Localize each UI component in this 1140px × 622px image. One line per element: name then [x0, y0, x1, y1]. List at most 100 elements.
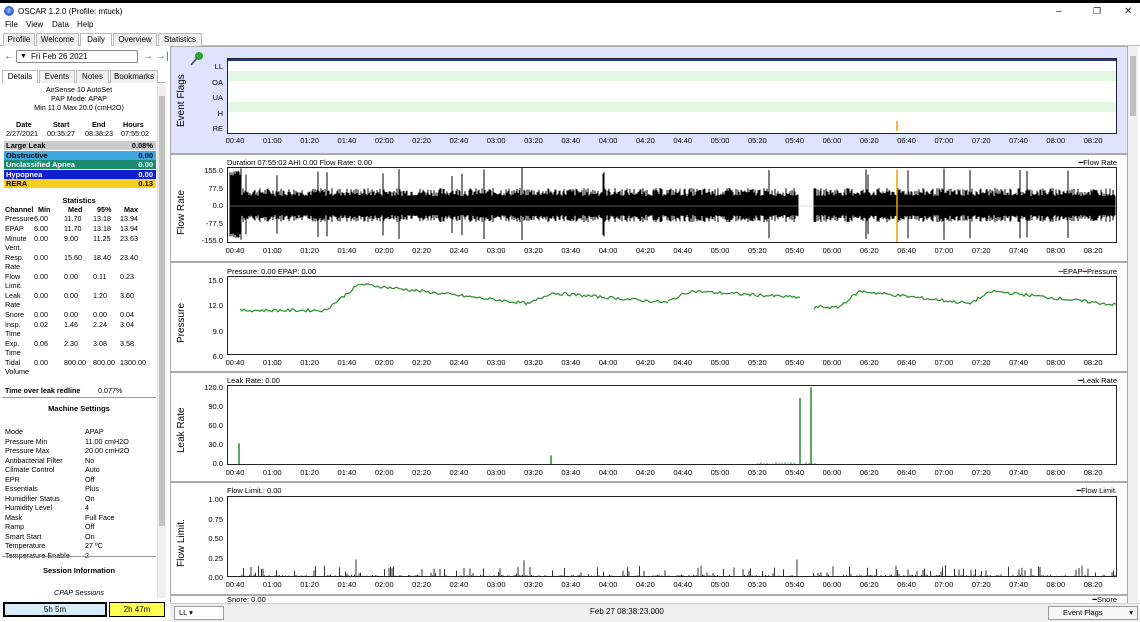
- x-tick-label: 07:40: [1009, 358, 1028, 367]
- stats-channel: Resp.: [5, 253, 24, 262]
- y-tick-label: 0.00: [208, 573, 223, 582]
- details-scrollbar[interactable]: [157, 84, 166, 598]
- x-tick-label: 06:20: [859, 136, 879, 145]
- tab-events[interactable]: Events: [39, 70, 75, 83]
- stats-value: 0.00: [34, 234, 48, 243]
- x-tick-label: 06:40: [897, 358, 916, 367]
- stats-value: 0.11: [93, 272, 107, 281]
- setting-value: 4: [85, 503, 89, 512]
- leak-rate-legend: ━Leak Rate: [1078, 376, 1117, 385]
- setting-row: Pressure Max 20.00 cmH2O: [2, 446, 156, 455]
- x-tick-label: 02:00: [374, 580, 394, 589]
- stats-value: 0.00: [64, 272, 78, 281]
- x-tick-label: 05:00: [710, 580, 730, 589]
- x-tick-label: 04:40: [673, 246, 693, 255]
- tab-bookmarks[interactable]: Bookmarks: [110, 70, 158, 83]
- date-picker[interactable]: ▼ Fri Feb 26 2021: [16, 50, 138, 63]
- stats-value: 0.00: [64, 310, 78, 319]
- x-tick-label: 07:00: [934, 358, 954, 367]
- machine-name: AirSense 10 AutoSet: [45, 85, 113, 94]
- x-tick-label: 06:40: [897, 246, 916, 255]
- setting-label: Climate Control: [5, 465, 55, 474]
- stats-value: 13.18: [93, 214, 111, 223]
- x-tick-label: 00:40: [225, 246, 245, 255]
- x-tick-label: 04:00: [598, 468, 618, 477]
- prev-day-arrow-icon[interactable]: ←: [4, 51, 14, 62]
- x-tick-label: 08:00: [1046, 358, 1066, 367]
- calendar-dropdown-icon[interactable]: ▼: [20, 51, 27, 62]
- window-title: OSCAR 1.2.0 (Profile: mtuck): [18, 7, 123, 16]
- x-tick-label: 06:20: [859, 246, 879, 255]
- leak-rate-graph: Leak Rate Leak Rate: 0.00 ━Leak Rate 120…: [170, 372, 1128, 482]
- x-tick-label: 02:40: [449, 468, 469, 477]
- menu-file[interactable]: File: [5, 20, 18, 29]
- flow-limit-caption: Flow Limit.: 0.00: [227, 486, 282, 495]
- tab-overview[interactable]: Overview: [113, 33, 157, 46]
- x-tick-label: 07:00: [934, 468, 954, 477]
- setting-value: 2: [85, 550, 89, 560]
- event-name: Obstructive: [6, 150, 48, 160]
- x-tick-label: 07:20: [971, 358, 991, 367]
- setting-label: Mask: [5, 512, 23, 522]
- y-tick-label: 0.25: [208, 553, 223, 563]
- menu-help[interactable]: Help: [77, 20, 93, 29]
- x-tick-label: 03:20: [524, 358, 543, 367]
- tab-statistics[interactable]: Statistics: [158, 33, 202, 46]
- stats-row: Leak Rate 0.00 0.00 1.20 3.60: [2, 291, 156, 309]
- setting-row: Pressure Min 11.00 cmH2O: [2, 437, 156, 446]
- setting-value: APAP: [85, 427, 104, 436]
- stats-value: 0.00: [34, 253, 48, 262]
- setting-label: Essentials: [5, 484, 38, 493]
- tab-details[interactable]: Details: [2, 70, 38, 83]
- x-tick-label: 04:20: [636, 136, 655, 145]
- x-tick-label: 05:20: [747, 246, 767, 255]
- x-tick-label: 02:40: [449, 136, 469, 145]
- close-icon[interactable]: ✕: [1124, 6, 1132, 17]
- graph-select-dropdown[interactable]: LL ▾: [174, 606, 224, 620]
- y-tick-label: 120.0: [204, 383, 223, 392]
- x-tick-label: 05:40: [785, 468, 805, 477]
- x-tick-label: 04:00: [598, 358, 618, 367]
- y-tick-label: 90.0: [208, 402, 223, 411]
- x-tick-label: 06:40: [897, 580, 916, 589]
- x-tick-label: 08:00: [1046, 468, 1066, 477]
- graph-scrollbar[interactable]: [1128, 46, 1138, 602]
- x-tick-label: 01:40: [337, 246, 357, 255]
- setting-row: Humidity Level 4: [2, 503, 156, 512]
- menu-data[interactable]: Data: [52, 20, 69, 29]
- pressure-title: Pressure: [176, 302, 187, 343]
- x-tick-label: 04:00: [598, 246, 618, 255]
- x-tick-label: 00:40: [225, 580, 245, 589]
- x-tick-label: 02:00: [374, 136, 394, 145]
- menu-view[interactable]: View: [26, 20, 43, 29]
- x-tick-label: 07:00: [934, 136, 954, 145]
- stats-row: Exp. Time 0.06 2.30 3.08 3.58: [2, 339, 156, 357]
- tab-profile[interactable]: Profile: [3, 33, 35, 46]
- tab-notes[interactable]: Notes: [76, 70, 109, 83]
- setting-value: 11.00 cmH2O: [85, 436, 129, 446]
- setting-label: Mode: [5, 427, 23, 436]
- setting-row: Mask Full Face: [2, 513, 156, 522]
- stats-value: 13.94: [120, 224, 138, 233]
- x-tick-label: 05:00: [710, 468, 730, 477]
- last-day-arrow-icon[interactable]: →|: [156, 51, 169, 62]
- x-tick-label: 08:20: [1083, 136, 1103, 145]
- next-day-arrow-icon[interactable]: →: [143, 51, 153, 62]
- event-flag-label: UA: [212, 93, 223, 102]
- minimize-icon[interactable]: –: [1056, 6, 1062, 17]
- x-tick-label: 05:20: [747, 580, 767, 589]
- leak-rate-plot: [227, 385, 1117, 465]
- flow-rate-legend: ━Flow Rate: [1078, 158, 1117, 167]
- stats-value: 1.46: [64, 320, 78, 329]
- tab-daily[interactable]: Daily: [80, 33, 112, 47]
- x-tick-label: 07:40: [1009, 246, 1028, 255]
- event-flags-dropdown[interactable]: Event Flags ▾: [1048, 606, 1138, 620]
- setting-row: Climate Control Auto: [2, 465, 156, 474]
- x-tick-label: 01:20: [300, 468, 319, 477]
- tab-welcome[interactable]: Welcome: [36, 33, 79, 46]
- setting-label: Antibacterial Filter: [5, 455, 63, 465]
- restore-icon[interactable]: ❐: [1093, 6, 1101, 17]
- x-tick-label: 02:40: [449, 246, 469, 255]
- x-tick-label: 06:00: [822, 246, 842, 255]
- event-flags-graph: Event Flags LL OA UA H RE 00:40 01:00 01:20 01:…: [170, 46, 1128, 154]
